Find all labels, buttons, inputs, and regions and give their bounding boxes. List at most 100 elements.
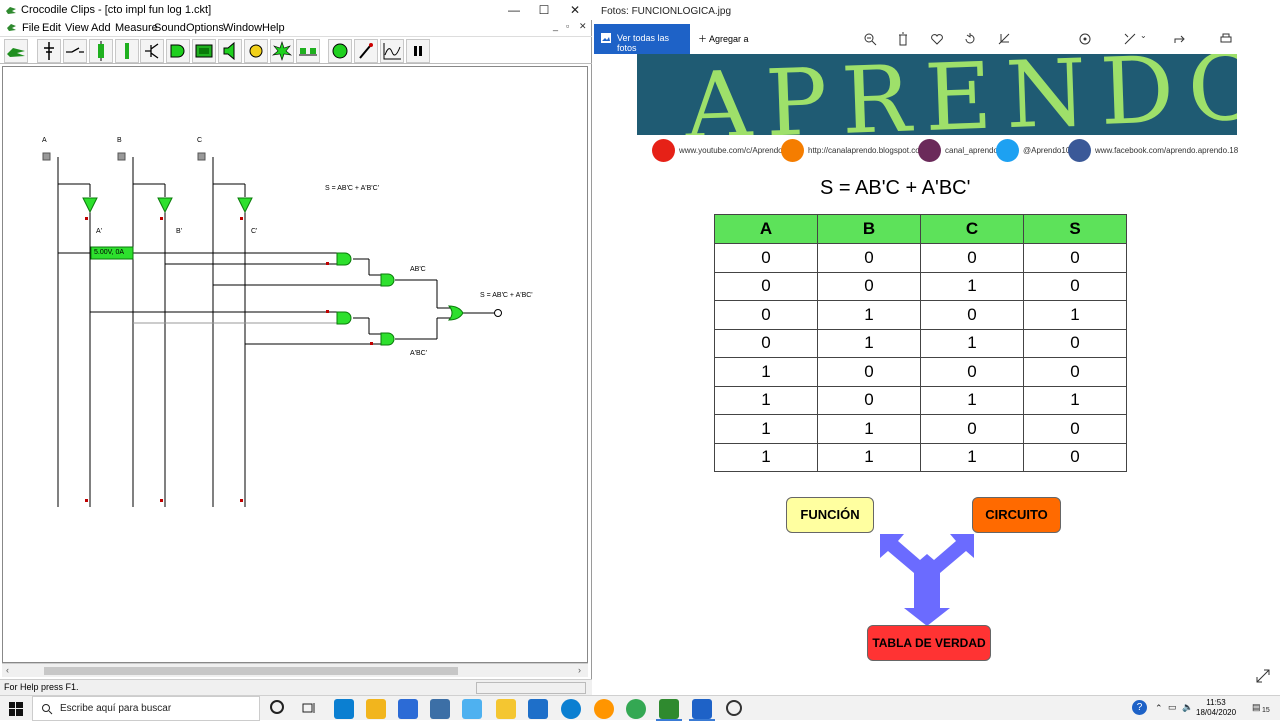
explorer-icon[interactable] [462, 699, 482, 719]
blogger-icon [781, 139, 804, 162]
cell: 0 [1023, 328, 1127, 358]
menu-add[interactable]: Add [91, 22, 111, 34]
menu-sound[interactable]: Sound [154, 22, 186, 34]
menu-file[interactable]: File [22, 22, 40, 34]
print-icon[interactable] [1218, 31, 1234, 47]
chevron-down-icon[interactable]: ⌄ [1140, 31, 1147, 40]
see-all-photos-button[interactable]: Ver todas las fotos [594, 24, 690, 54]
cortana-icon[interactable] [270, 700, 284, 714]
menu-window[interactable]: Window [223, 22, 262, 34]
cell: 0 [714, 243, 818, 273]
chevron-up-icon[interactable]: ⌃ [1155, 703, 1163, 714]
search-placeholder: Escribe aquí para buscar [60, 703, 172, 714]
not-label-b: B' [176, 228, 183, 235]
menu-help[interactable]: Help [262, 22, 285, 34]
store-icon[interactable] [366, 699, 386, 719]
power-supply-icon[interactable] [37, 39, 61, 63]
chip-icon[interactable] [192, 39, 216, 63]
edge-legacy-icon[interactable] [561, 699, 581, 719]
menu-view[interactable]: View [65, 22, 89, 34]
scroll-thumb[interactable] [44, 667, 458, 675]
scroll-right-icon[interactable]: › [578, 665, 581, 675]
enhance-icon[interactable] [1077, 31, 1093, 47]
circuito-box: CIRCUITO [972, 497, 1061, 533]
help-icon[interactable]: ? [1132, 700, 1147, 715]
mdi-restore-icon[interactable]: ▫ [566, 21, 569, 31]
transistor-icon[interactable] [140, 39, 164, 63]
and-gate-icon[interactable] [166, 39, 190, 63]
speaker-icon[interactable] [218, 39, 242, 63]
add-to-button[interactable]: ＋ Agregar a [698, 32, 749, 45]
clock-time: 11:53 [1206, 698, 1226, 707]
window-title: Crocodile Clips - [cto impl fun log 1.ck… [21, 4, 212, 16]
menu-edit[interactable]: Edit [42, 22, 61, 34]
crocodile-taskbar-icon[interactable] [659, 699, 679, 719]
mdi-minimize-icon[interactable]: _ [553, 21, 558, 31]
switch-icon[interactable] [63, 39, 87, 63]
cell: 0 [1023, 357, 1127, 387]
folder-icon[interactable] [496, 699, 516, 719]
crocodile-app-icon [6, 7, 16, 14]
crocodile-icon[interactable] [4, 39, 28, 63]
cell: 0 [920, 357, 1024, 387]
app-icon[interactable] [528, 699, 548, 719]
document-icon [7, 24, 16, 31]
firefox-icon[interactable] [594, 699, 614, 719]
volume-icon[interactable]: 🔈 [1182, 702, 1193, 713]
pause-icon[interactable] [406, 39, 430, 63]
funcion-box: FUNCIÓN [786, 497, 874, 533]
cell: 0 [1023, 271, 1127, 301]
windows-start-icon[interactable] [9, 702, 23, 716]
edge-icon[interactable] [334, 699, 354, 719]
zoom-icon[interactable] [862, 31, 878, 47]
photo-viewer-icon[interactable] [430, 699, 450, 719]
cell: 0 [920, 300, 1024, 330]
minimize-button[interactable]: — [500, 2, 528, 18]
horizontal-scrollbar[interactable]: ‹ › [2, 663, 588, 677]
system-clock[interactable]: 11:53 18/04/2020 [1196, 698, 1236, 718]
delete-icon[interactable] [895, 31, 911, 47]
circuit-canvas[interactable]: A B C A' B' C' 5.00V, 0A AB'C A'BC' S = … [2, 66, 588, 663]
photos-title-bar: Fotos: FUNCIONLOGICA.jpg [594, 0, 1280, 24]
chrome-icon[interactable] [626, 699, 646, 719]
title-bar: Crocodile Clips - [cto impl fun log 1.ck… [0, 0, 592, 20]
close-button[interactable]: ✕ [561, 2, 589, 18]
buzzer-icon[interactable] [270, 39, 294, 63]
menu-bar: File Edit View Add Measure Sound Options… [0, 20, 592, 35]
mdi-close-icon[interactable]: ✕ [579, 21, 587, 32]
table-row: 1000 [714, 357, 1127, 387]
led-icon[interactable] [328, 39, 352, 63]
search-icon [42, 704, 53, 715]
capacitor-icon[interactable] [115, 39, 139, 63]
crocodile-clips-window: Crocodile Clips - [cto impl fun log 1.ck… [0, 0, 592, 695]
table-row: 0010 [714, 271, 1127, 301]
heart-icon[interactable] [929, 31, 945, 47]
network-icon[interactable]: ▭ [1168, 702, 1177, 713]
fullscreen-icon[interactable] [1256, 669, 1270, 683]
header-a: A [714, 214, 818, 244]
rotate-icon[interactable] [962, 31, 978, 47]
cell: 1 [714, 385, 818, 415]
probe-icon[interactable] [354, 39, 378, 63]
notification-icon[interactable]: ▤ [1252, 702, 1261, 713]
clock-app-icon[interactable] [726, 700, 742, 716]
photos-taskbar-icon[interactable] [692, 699, 712, 719]
maximize-button[interactable]: ☐ [530, 2, 558, 18]
taskbar-search[interactable]: Escribe aquí para buscar [32, 696, 260, 721]
lamp-icon[interactable] [244, 39, 268, 63]
cell: 1 [817, 414, 921, 444]
menu-options[interactable]: Options [186, 22, 224, 34]
resistor-icon[interactable] [89, 39, 113, 63]
scroll-left-icon[interactable]: ‹ [6, 665, 9, 675]
wire-icon[interactable] [296, 39, 320, 63]
not-label-c: C' [251, 228, 258, 235]
word-icon[interactable] [398, 699, 418, 719]
share-icon[interactable] [1172, 31, 1188, 47]
menu-measure[interactable]: Measure [115, 22, 158, 34]
edit-create-icon[interactable] [1122, 31, 1138, 47]
graph-icon[interactable] [380, 39, 404, 63]
task-view-icon[interactable] [302, 701, 316, 715]
cell: 0 [714, 300, 818, 330]
crop-icon[interactable] [996, 31, 1012, 47]
table-row: 1110 [714, 442, 1127, 472]
